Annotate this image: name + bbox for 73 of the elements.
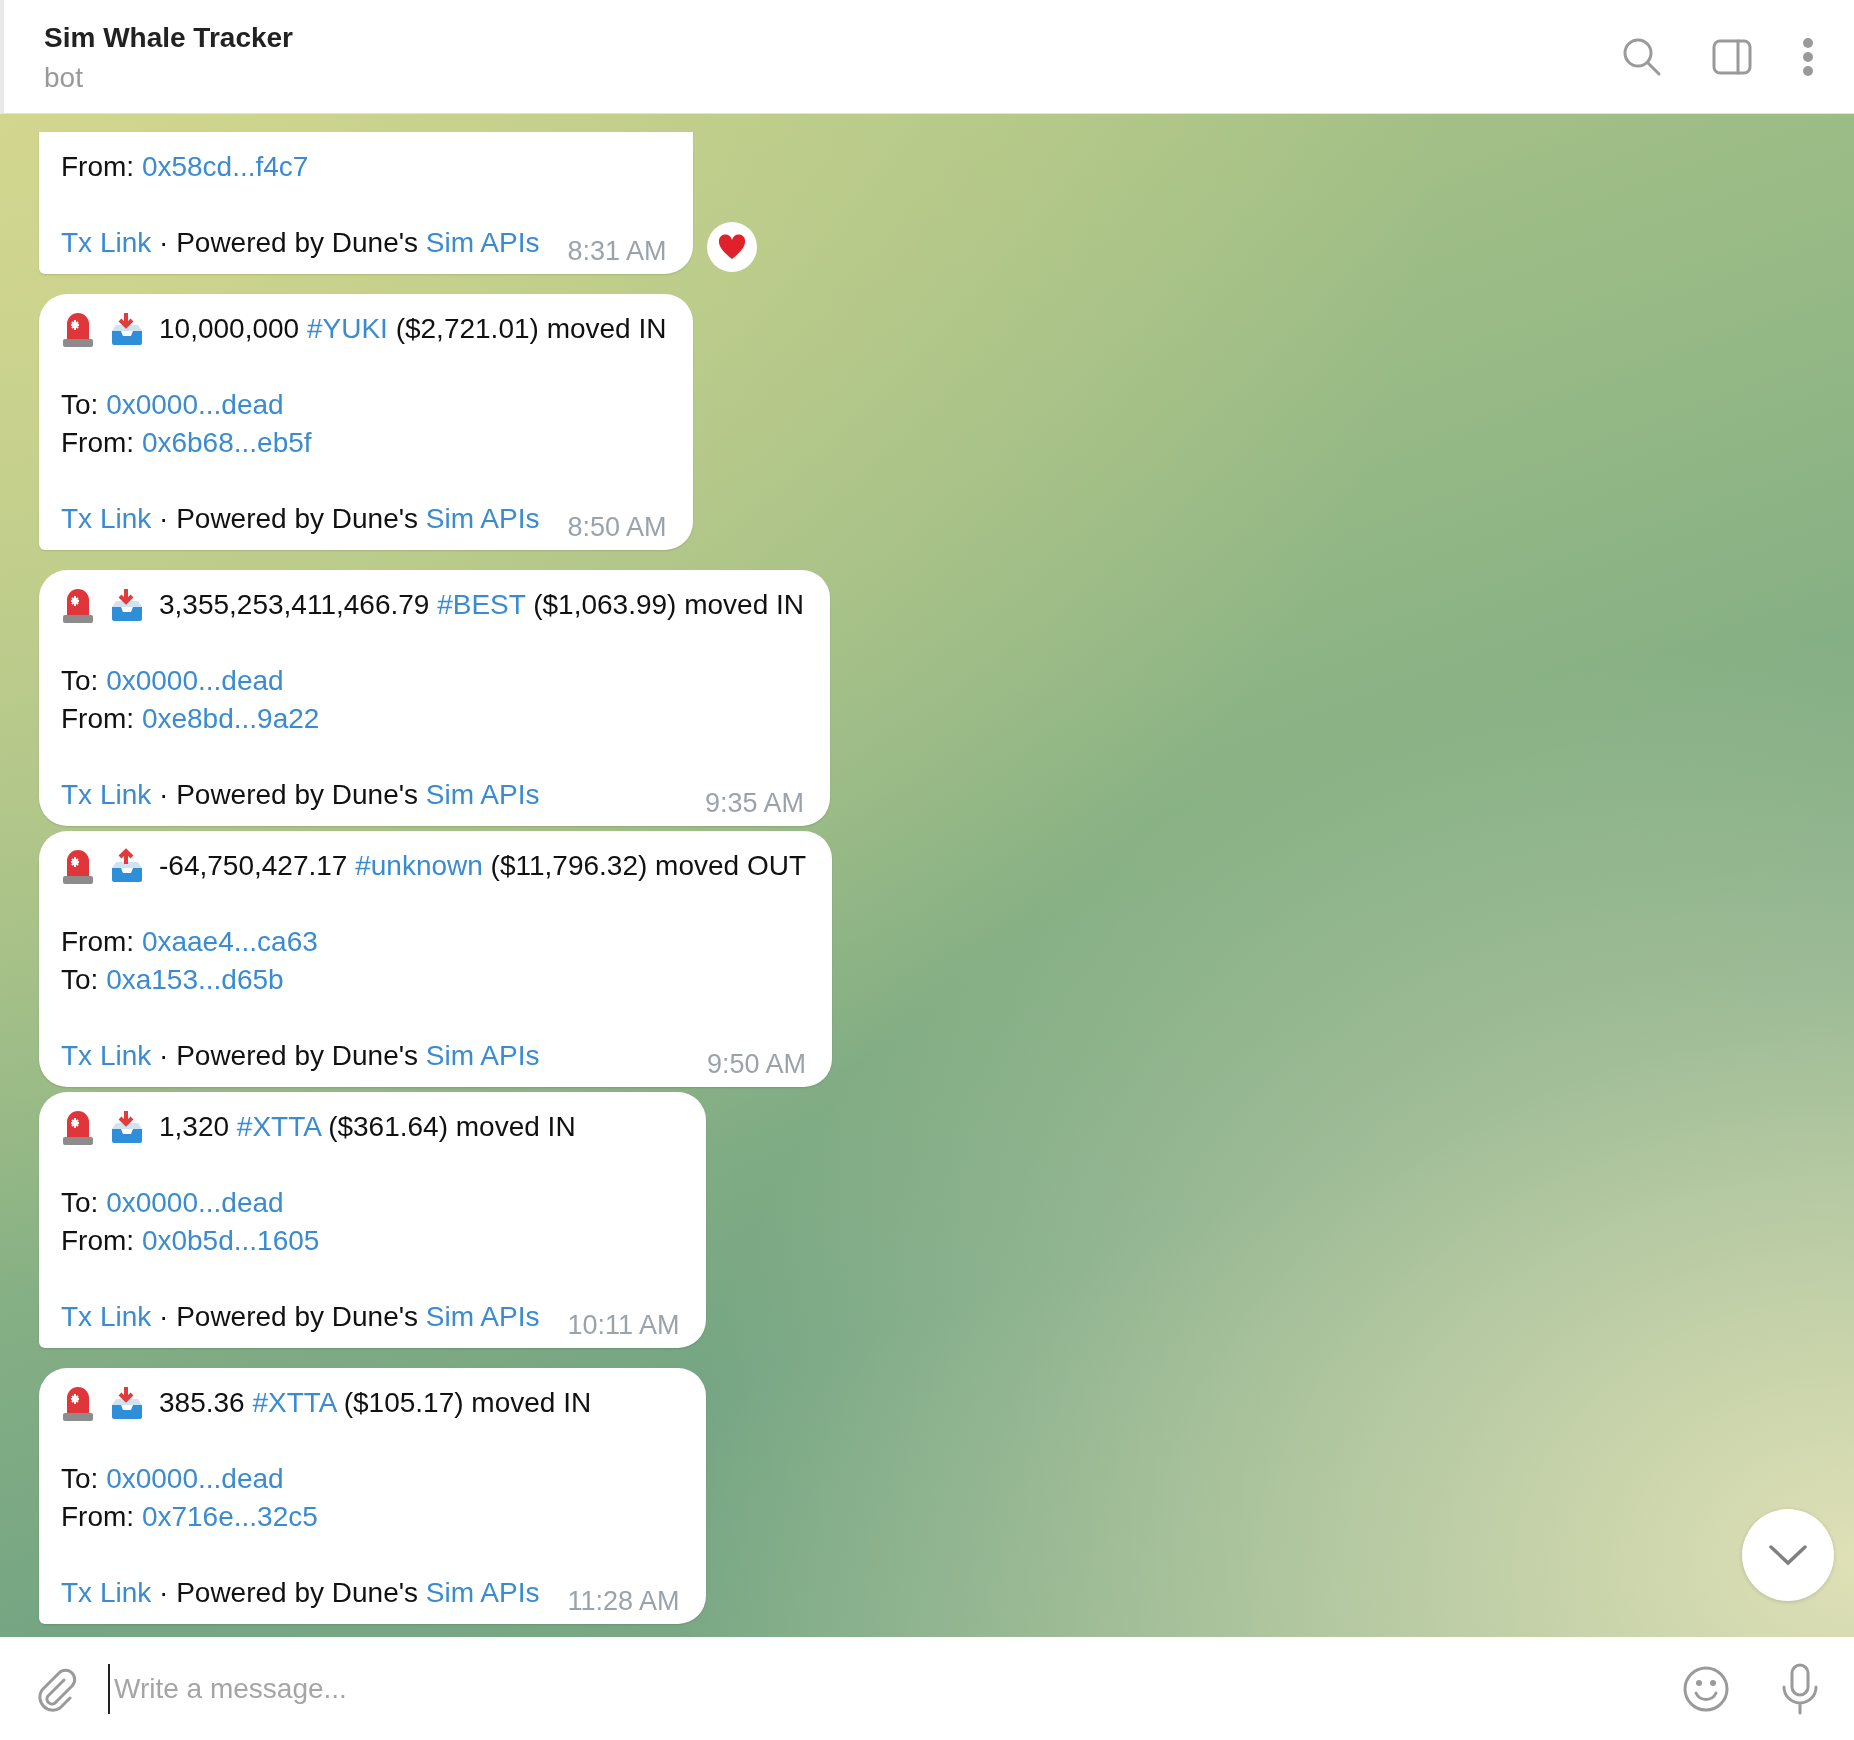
address-line: To: 0x0000...dead bbox=[61, 665, 284, 696]
address-line: From: 0x716e...32c5 bbox=[61, 1501, 318, 1532]
sim-apis-link[interactable]: Sim APIs bbox=[425, 227, 540, 258]
footer-text: Tx Link · Powered by Dune's Sim APIs bbox=[61, 1576, 540, 1610]
tx-link[interactable]: Tx Link bbox=[61, 227, 152, 258]
heart-reaction[interactable] bbox=[706, 222, 757, 272]
side-panel-icon[interactable] bbox=[1712, 38, 1752, 75]
address-link[interactable]: 0x0000...dead bbox=[106, 1463, 284, 1494]
more-icon[interactable] bbox=[1802, 37, 1814, 76]
message-time: 8:50 AM bbox=[567, 511, 667, 544]
address-link[interactable]: 0x0000...dead bbox=[106, 1187, 284, 1218]
sim-apis-link[interactable]: Sim APIs bbox=[425, 1577, 540, 1608]
footer-text: Tx Link · Powered by Dune's Sim APIs bbox=[61, 1300, 540, 1334]
message-time: 9:50 AM bbox=[706, 1048, 807, 1081]
alert-headline: 1,320 #XTTA ($361.64) moved IN bbox=[159, 1110, 576, 1144]
address-line: To: 0x0000...dead bbox=[61, 1187, 284, 1218]
tx-link[interactable]: Tx Link bbox=[61, 1040, 152, 1071]
siren-icon bbox=[61, 310, 95, 348]
tx-link[interactable]: Tx Link bbox=[61, 779, 152, 810]
address-link[interactable]: 0x0000...dead bbox=[106, 389, 284, 420]
search-icon[interactable] bbox=[1622, 36, 1662, 77]
address-link[interactable]: 0x0b5d...1605 bbox=[141, 1225, 320, 1256]
address-line: From: 0xe8bd...9a22 bbox=[61, 703, 320, 734]
siren-icon bbox=[61, 847, 95, 885]
alert-headline: 10,000,000 #YUKI ($2,721.01) moved IN bbox=[159, 312, 667, 346]
address-link[interactable]: 0x6b68...eb5f bbox=[141, 427, 312, 458]
address-line: From: 0x0b5d...1605 bbox=[61, 1225, 320, 1256]
hashtag-link[interactable]: #YUKI bbox=[306, 313, 388, 344]
footer-text: Tx Link · Powered by Dune's Sim APIs bbox=[61, 1039, 540, 1073]
hashtag-link[interactable]: #unknown bbox=[355, 850, 483, 881]
address-line: To: 0x0000...dead bbox=[61, 1463, 284, 1494]
address-line: From: 0xaae4...ca63 bbox=[61, 926, 318, 957]
message-time: 8:31 AM bbox=[567, 235, 667, 268]
siren-icon bbox=[61, 1108, 95, 1146]
sim-apis-link[interactable]: Sim APIs bbox=[425, 1301, 540, 1332]
address-line: From: 0x6b68...eb5f bbox=[61, 427, 312, 458]
footer-text: Tx Link · Powered by Dune's Sim APIs bbox=[61, 226, 540, 260]
address-link[interactable]: 0x716e...32c5 bbox=[141, 1501, 318, 1532]
chat-subtitle: bot bbox=[44, 61, 84, 94]
heart-icon bbox=[717, 234, 746, 260]
message-input-field[interactable]: Write a message... bbox=[108, 1663, 1652, 1714]
siren-icon bbox=[61, 586, 95, 624]
hashtag-link[interactable]: #XTTA bbox=[252, 1387, 336, 1418]
message-time: 11:28 AM bbox=[567, 1585, 680, 1618]
siren-icon bbox=[61, 1384, 95, 1422]
alert-headline: -64,750,427.17 #unknown ($11,796.32) moved OUT bbox=[159, 849, 807, 883]
scroll-down-button[interactable] bbox=[1742, 1509, 1834, 1601]
address-line: From: 0x58cd...f4c7 bbox=[61, 151, 309, 182]
hashtag-link[interactable]: #BEST bbox=[437, 589, 526, 620]
message-time: 10:11 AM bbox=[567, 1309, 680, 1342]
chat-title: Sim Whale Tracker bbox=[44, 21, 293, 54]
hashtag-link[interactable]: #XTTA bbox=[236, 1111, 321, 1142]
sim-apis-link[interactable]: Sim APIs bbox=[425, 1040, 540, 1071]
address-link[interactable]: 0x0000...dead bbox=[106, 665, 284, 696]
alert-headline: 385.36 #XTTA ($105.17) moved IN bbox=[159, 1386, 592, 1420]
message-time: 9:35 AM bbox=[704, 787, 804, 820]
microphone-icon[interactable] bbox=[1780, 1662, 1820, 1715]
address-link[interactable]: 0xa153...d65b bbox=[106, 964, 284, 995]
smiley-icon[interactable] bbox=[1682, 1664, 1730, 1713]
footer-text: Tx Link · Powered by Dune's Sim APIs bbox=[61, 778, 540, 812]
tx-link[interactable]: Tx Link bbox=[61, 503, 152, 534]
chevron-down-icon bbox=[1768, 1544, 1808, 1566]
address-link[interactable]: 0xaae4...ca63 bbox=[141, 926, 318, 957]
sim-apis-link[interactable]: Sim APIs bbox=[425, 779, 540, 810]
address-line: To: 0x0000...dead bbox=[61, 389, 284, 420]
footer-text: Tx Link · Powered by Dune's Sim APIs bbox=[61, 502, 540, 536]
tx-link[interactable]: Tx Link bbox=[61, 1301, 152, 1332]
address-link[interactable]: 0x58cd...f4c7 bbox=[141, 151, 309, 182]
sim-apis-link[interactable]: Sim APIs bbox=[425, 503, 540, 534]
address-link[interactable]: 0xe8bd...9a22 bbox=[141, 703, 320, 734]
address-line: To: 0xa153...d65b bbox=[61, 964, 284, 995]
tx-link[interactable]: Tx Link bbox=[61, 1577, 152, 1608]
alert-headline: 3,355,253,411,466.79 #BEST ($1,063.99) moved IN bbox=[159, 588, 804, 622]
